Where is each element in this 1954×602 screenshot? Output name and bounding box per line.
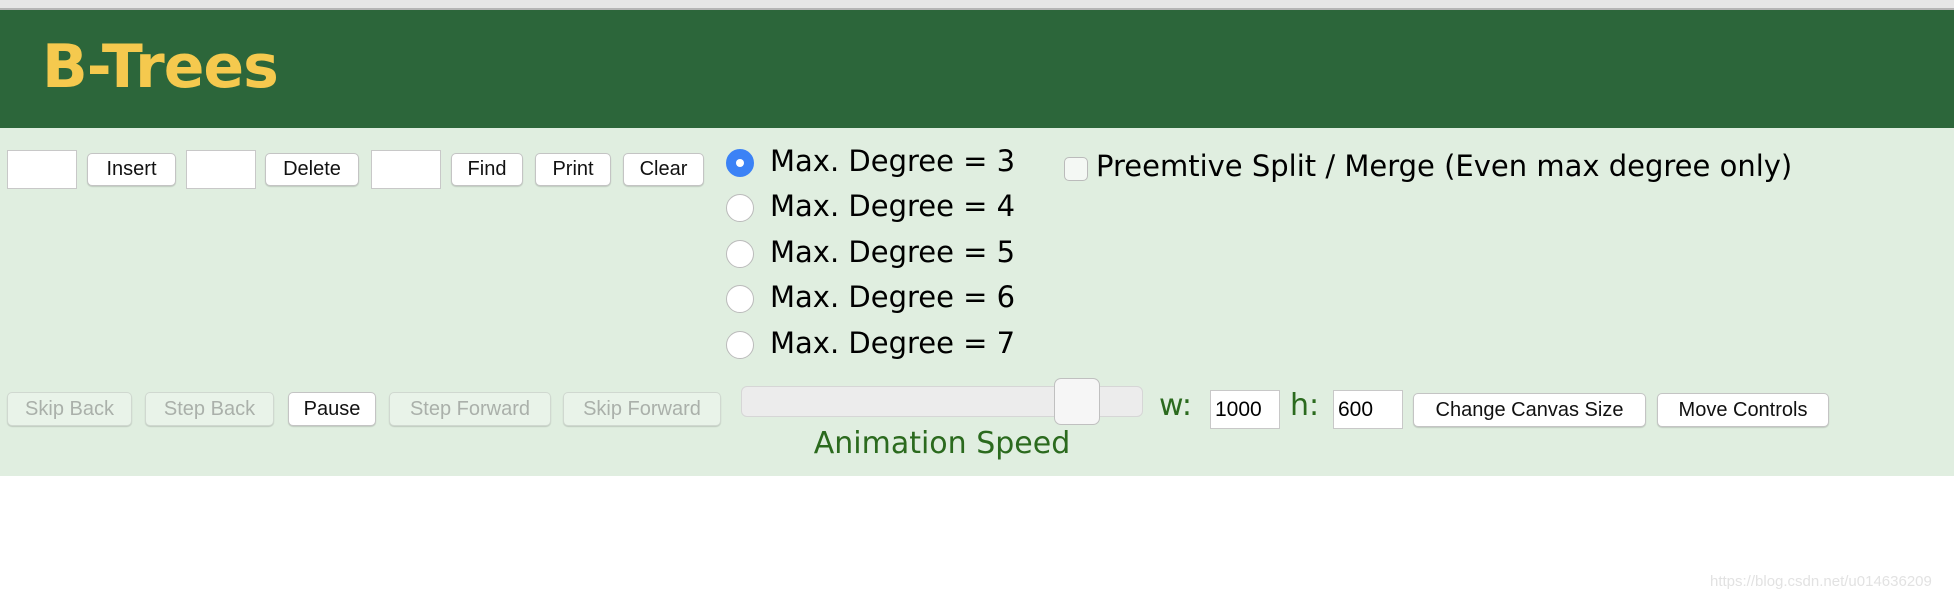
degree-6-label: Max. Degree = 6 — [770, 280, 1016, 314]
degree-7-label: Max. Degree = 7 — [770, 326, 1016, 360]
clear-button[interactable]: Clear — [623, 153, 704, 186]
pause-button[interactable]: Pause — [288, 392, 376, 426]
animation-speed-label: Animation Speed — [813, 426, 1071, 461]
delete-button[interactable]: Delete — [265, 153, 359, 186]
page-title: B-Trees — [42, 32, 279, 102]
degree-5-label: Max. Degree = 5 — [770, 235, 1016, 269]
radio-degree-5[interactable] — [726, 240, 754, 268]
width-label: w: — [1159, 388, 1193, 423]
skip-back-button[interactable]: Skip Back — [7, 392, 132, 426]
step-forward-button[interactable]: Step Forward — [389, 392, 551, 426]
find-input[interactable] — [371, 150, 441, 189]
delete-input[interactable] — [186, 150, 256, 189]
degree-4-label: Max. Degree = 4 — [770, 189, 1016, 223]
move-controls-button[interactable]: Move Controls — [1657, 393, 1829, 427]
browser-top-bar — [0, 0, 1954, 10]
change-canvas-size-button[interactable]: Change Canvas Size — [1413, 393, 1646, 427]
radio-degree-4[interactable] — [726, 194, 754, 222]
radio-degree-7[interactable] — [726, 331, 754, 359]
preemptive-checkbox[interactable] — [1064, 157, 1088, 181]
insert-button[interactable]: Insert — [87, 153, 176, 186]
header: B-Trees — [0, 10, 1954, 128]
print-button[interactable]: Print — [535, 153, 611, 186]
skip-forward-button[interactable]: Skip Forward — [563, 392, 721, 426]
step-back-button[interactable]: Step Back — [145, 392, 274, 426]
radio-degree-6[interactable] — [726, 285, 754, 313]
slider-thumb[interactable] — [1053, 378, 1100, 425]
degree-3-label: Max. Degree = 3 — [770, 144, 1016, 178]
preemptive-label: Preemtive Split / Merge (Even max degree… — [1096, 149, 1793, 183]
height-label: h: — [1290, 388, 1320, 423]
canvas-height-input[interactable]: 600 — [1333, 390, 1403, 429]
watermark: https://blog.csdn.net/u014636209 — [1710, 573, 1932, 590]
find-button[interactable]: Find — [451, 153, 523, 186]
radio-degree-3[interactable] — [726, 149, 754, 177]
canvas-width-input[interactable]: 1000 — [1210, 390, 1280, 429]
insert-input[interactable] — [7, 150, 77, 189]
animation-speed-slider[interactable] — [741, 378, 1143, 425]
